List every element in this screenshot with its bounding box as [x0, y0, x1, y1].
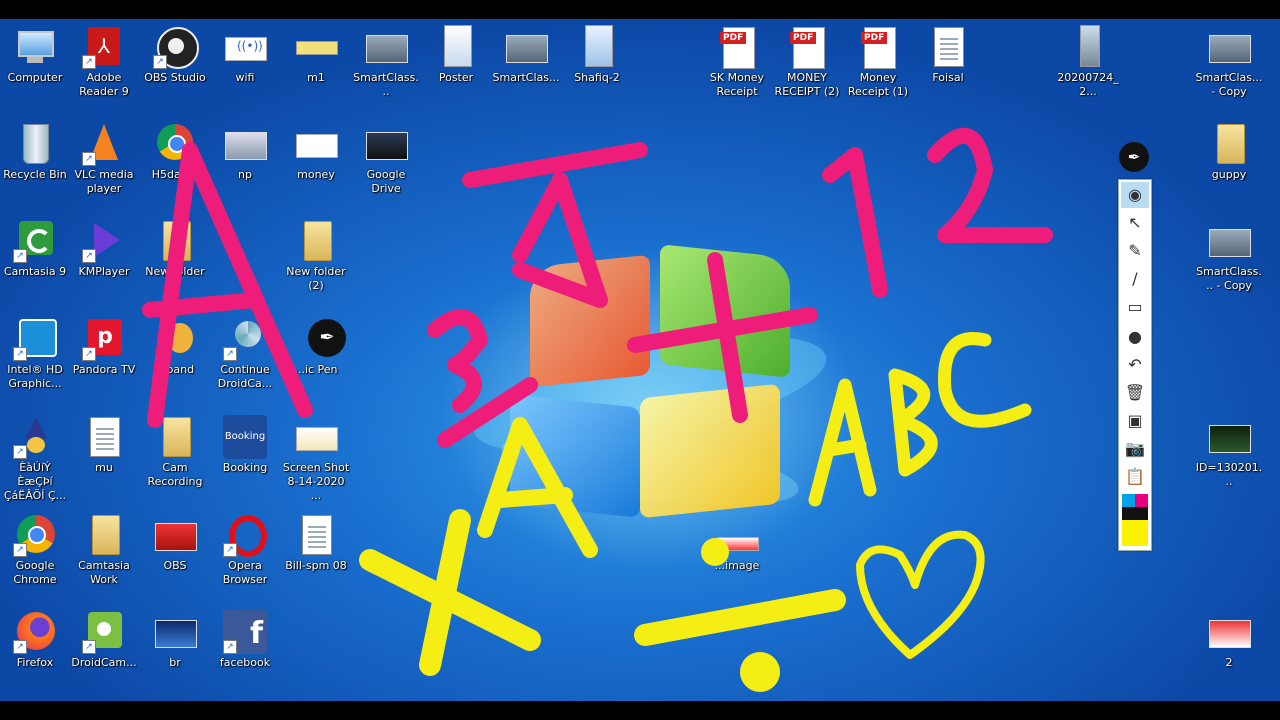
ink-letter-a-crossbar: [142, 292, 263, 318]
ink-number-2: [927, 127, 1053, 243]
ink-abc-c: [938, 332, 1032, 428]
ink-fraction-3: [427, 309, 488, 413]
ink-letter-a-small: [477, 417, 598, 558]
ink-multiply: [359, 509, 541, 676]
ink-divide-bar: [634, 589, 846, 646]
ink-plus: [627, 252, 818, 423]
ink-number-1: [822, 147, 888, 298]
ink-abc-b: [888, 368, 938, 477]
ink-divide-dot-bottom: [740, 652, 780, 692]
ink-letter-a: [147, 142, 313, 428]
ink-abc-a: [808, 378, 877, 507]
ink-annotation-layer: [142, 127, 1053, 692]
ink-triangle-top: [462, 142, 648, 308]
screen: Computer ⅄ ↗ Adobe Reader 9 ↗ OBS Studio …: [0, 0, 1280, 720]
ink-divide-dot-top: [701, 538, 729, 566]
ink-heart: [856, 530, 985, 659]
